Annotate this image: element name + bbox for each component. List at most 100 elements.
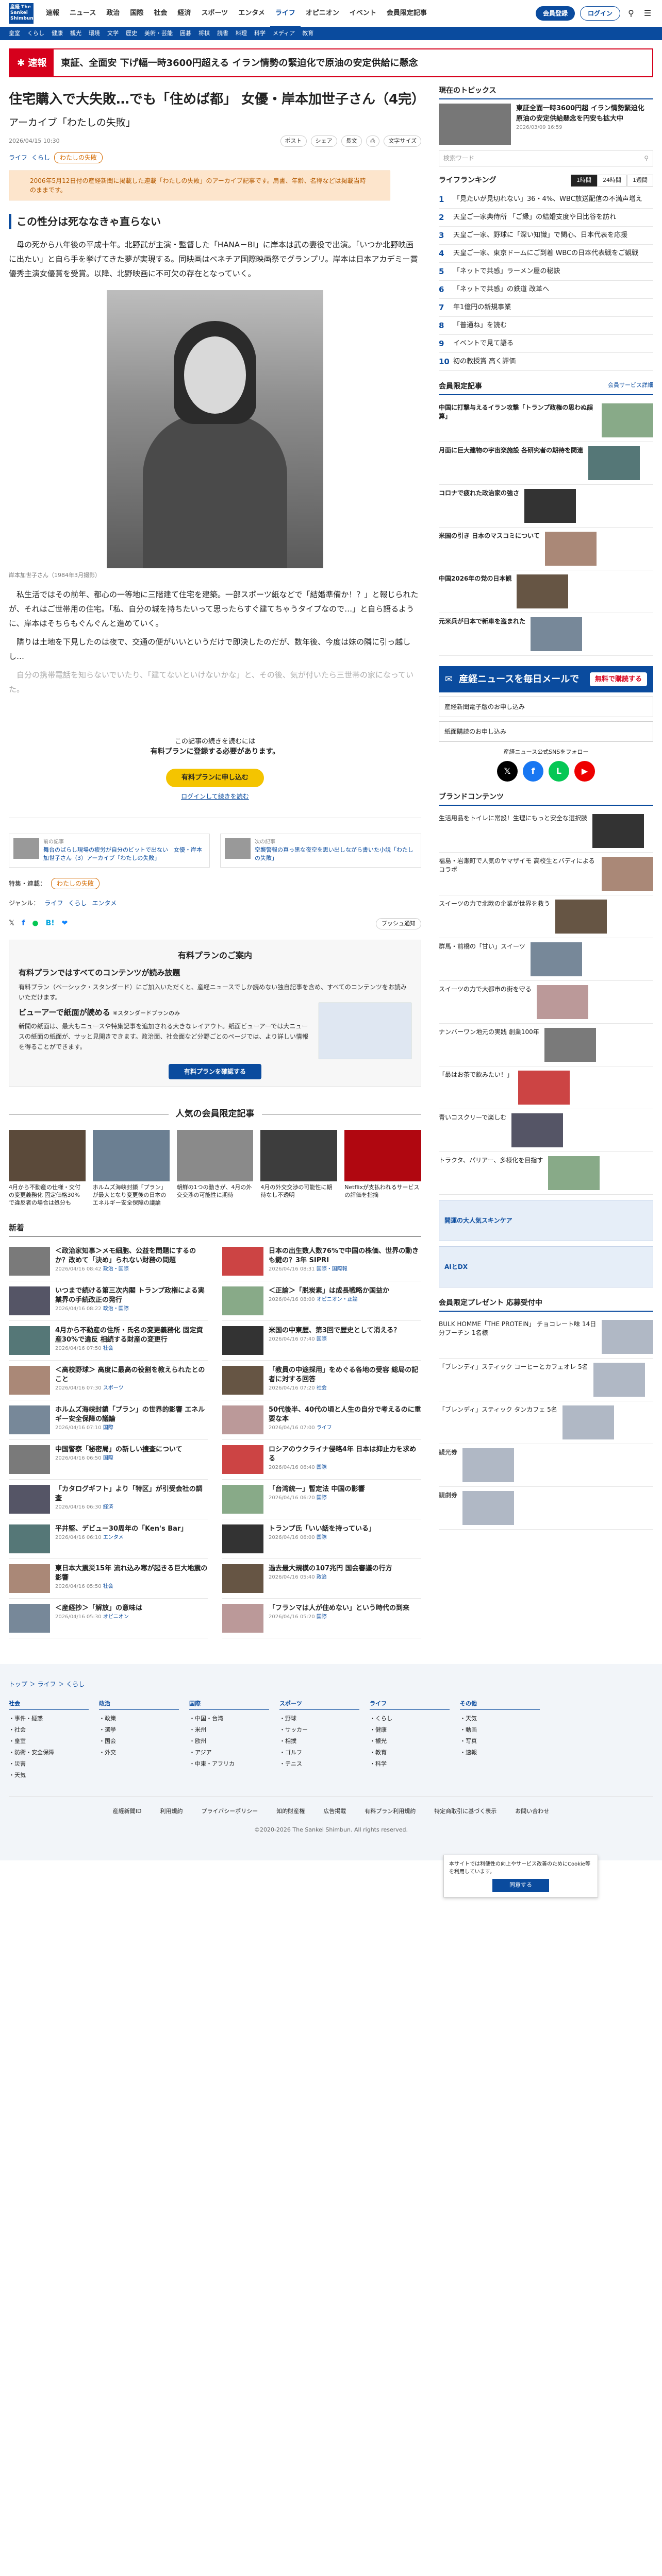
footer-link[interactable]: ・国会 xyxy=(99,1736,179,1747)
ranking-item[interactable]: 1 「見たいが見切れない」36・4%、WBC放送配信の不満声増え xyxy=(439,191,653,209)
footer-bottom-link[interactable]: 利用規約 xyxy=(160,1807,183,1816)
nav-item[interactable]: オピニオン xyxy=(301,8,344,19)
nav-item[interactable]: 会員限定記事 xyxy=(382,8,432,19)
popular-card[interactable]: 朝鮮の1つの動きが、4月の外交交渉の可能性に期待 xyxy=(176,1130,254,1207)
news-category[interactable]: 国際 xyxy=(317,1614,327,1620)
ranking-title[interactable]: 年1億円の新規事業 xyxy=(453,303,511,312)
present-item[interactable]: 観光券 xyxy=(439,1444,653,1487)
nav-item[interactable]: 政治 xyxy=(101,8,125,19)
news-category[interactable]: 経済 xyxy=(103,1504,113,1510)
brand-item[interactable]: 「最はお茶で飲みたい！」 xyxy=(439,1066,653,1109)
footer-link[interactable]: ・米州 xyxy=(189,1724,269,1736)
footer-column-heading[interactable]: その他 xyxy=(460,1698,540,1710)
ranking-title[interactable]: 「ネットで共感」ラーメン屋の秘訣 xyxy=(453,267,560,276)
footer-link[interactable]: ・選挙 xyxy=(99,1724,179,1736)
member-article[interactable]: コロナで疲れた政治家の強さ xyxy=(439,485,653,528)
nav-item[interactable]: イベント xyxy=(344,8,382,19)
promo-banner[interactable]: 開運の大人気スキンケア xyxy=(439,1199,653,1241)
nav-item[interactable]: スポーツ xyxy=(196,8,233,19)
footer-link[interactable]: ・教育 xyxy=(370,1747,450,1758)
footer-column-heading[interactable]: 国際 xyxy=(189,1698,269,1710)
brand-item[interactable]: ナンバーワン地元の実践 創業100年 xyxy=(439,1024,653,1066)
subnav-item[interactable]: 美術・芸能 xyxy=(144,29,173,38)
popular-card[interactable]: 4月の外交交渉の可能性に期待なし不透明 xyxy=(260,1130,338,1207)
brand-title[interactable]: 生活用品をトイレに常設！生理にもっと安全な選択肢 xyxy=(439,814,587,823)
nav-item[interactable]: エンタメ xyxy=(233,8,270,19)
footer-link[interactable]: ・防衛・安全保障 xyxy=(9,1747,89,1758)
search-icon[interactable]: ⚲ xyxy=(644,154,649,163)
breaking-news-banner[interactable]: ✱ 速報 東証、全面安 下げ幅一時3600円超える イラン情勢の緊迫化で原油の安… xyxy=(9,48,653,77)
e-edition-link[interactable]: 産経新聞電子版のお申し込み xyxy=(439,697,653,717)
news-title[interactable]: 中国警察「秘密局」の新しい捜査について xyxy=(55,1445,183,1454)
nav-item[interactable]: 速報 xyxy=(41,8,64,19)
news-category[interactable]: 社会 xyxy=(317,1385,327,1391)
news-category[interactable]: 国際・国際報 xyxy=(317,1266,347,1272)
nav-item[interactable]: 社会 xyxy=(148,8,172,19)
news-title[interactable]: トランプ氏「いい話を持っている」 xyxy=(269,1524,375,1534)
news-category[interactable]: 政治 xyxy=(317,1574,327,1580)
subnav-item[interactable]: 科学 xyxy=(254,29,266,38)
popular-card[interactable]: Netflixが支払われるサービスの評価を指摘 xyxy=(344,1130,421,1207)
news-item[interactable]: 50代後半、40代の頃と人生の自分で考えるのに重要な本 2026/04/16 07… xyxy=(222,1400,421,1440)
news-category[interactable]: 政治・国際 xyxy=(103,1306,129,1312)
brand-title[interactable]: 青いコスクリーで楽しむ xyxy=(439,1113,506,1122)
search-icon[interactable]: ⚲ xyxy=(625,8,637,19)
footer-bottom-link[interactable]: 知的財産権 xyxy=(276,1807,305,1816)
member-article[interactable]: 米国の引き 日本のマスコミについて xyxy=(439,528,653,570)
news-title[interactable]: 米国の中東歴、第3回で歴史として消える？ xyxy=(269,1326,400,1335)
site-logo[interactable]: 産経 The Sankei Shimbun xyxy=(9,3,34,24)
brand-title[interactable]: スイーツの力で北欧の企業が世界を救う xyxy=(439,900,550,908)
news-category[interactable]: 国際 xyxy=(317,1495,327,1501)
news-title[interactable]: ＜政治家知事＞メモ細胞、公益を問題にするのか？改めて「決め」られない財務の問題 xyxy=(55,1247,208,1265)
footer-breadcrumb[interactable]: トップ ＞ ライフ ＞ くらし xyxy=(9,1680,653,1689)
youtube-icon[interactable]: ▶ xyxy=(574,760,595,782)
login-to-read-link[interactable]: ログインして続きを読む xyxy=(181,793,249,800)
ranking-item[interactable]: 8 「普通ね」を読む xyxy=(439,317,653,335)
footer-bottom-link[interactable]: 広告掲載 xyxy=(323,1807,346,1816)
present-item[interactable]: 「ブレンディ」スティック タンカフェ 5名 xyxy=(439,1401,653,1444)
news-title[interactable]: 東日本大震災15年 流れ込み寒が起きる巨大地震の影響 xyxy=(55,1564,208,1583)
subnav-item[interactable]: 歴史 xyxy=(126,29,137,38)
brand-item[interactable]: 青いコスクリーで楽しむ xyxy=(439,1109,653,1152)
news-category[interactable]: スポーツ xyxy=(103,1385,124,1391)
mail-free-button[interactable]: 無料で購読する xyxy=(589,672,647,686)
subnav-item[interactable]: 観光 xyxy=(70,29,81,38)
news-item[interactable]: 中国警察「秘密局」の新しい捜査について 2026/04/16 06:50 国際 xyxy=(9,1440,208,1480)
genre-link[interactable]: エンタメ xyxy=(92,899,117,908)
news-title[interactable]: 「フランマは人が住めない」という時代の到来 xyxy=(269,1604,409,1613)
brand-item[interactable]: スイーツの力で北欧の企業が世界を救う xyxy=(439,895,653,938)
footer-link[interactable]: ・テニス xyxy=(279,1758,359,1770)
next-article-link[interactable]: 次の記事 空襲警報の真っ黒な夜空を思い出しながら書いた小説「わたしの失敗」 xyxy=(220,833,421,868)
member-article-title[interactable]: コロナで疲れた政治家の強さ xyxy=(439,489,519,523)
footer-link[interactable]: ・相撲 xyxy=(279,1736,359,1747)
footer-link[interactable]: ・アジア xyxy=(189,1747,269,1758)
ranking-title[interactable]: 「ネットで共感」の鉄道 改革へ xyxy=(453,285,549,294)
news-title[interactable]: 「教員の中途採用」をめぐる各地の受容 総局の記者に対する回答 xyxy=(269,1366,421,1384)
ranking-item[interactable]: 5 「ネットで共感」ラーメン屋の秘訣 xyxy=(439,263,653,281)
footer-link[interactable]: ・野球 xyxy=(279,1713,359,1724)
ranking-title[interactable]: イベントで見て語る xyxy=(453,339,514,348)
news-item[interactable]: 過去最大規模の107兆円 国会審議の行方 2026/04/16 05:40 政治 xyxy=(222,1559,421,1599)
footer-link[interactable]: ・写真 xyxy=(460,1736,540,1747)
footer-link[interactable]: ・速報 xyxy=(460,1747,540,1758)
brand-title[interactable]: 福島・岩瀬町で人気のヤマザイモ 高校生とバディによるコラボ xyxy=(439,857,597,874)
long-text-button[interactable]: 長文 xyxy=(341,135,362,147)
footer-link[interactable]: ・観光 xyxy=(370,1736,450,1747)
series-tag[interactable]: わたしの失敗 xyxy=(51,877,100,889)
news-item[interactable]: ＜政治家知事＞メモ細胞、公益を問題にするのか？改めて「決め」られない財務の問題 2… xyxy=(9,1242,208,1281)
popular-card[interactable]: 4月から不動産の仕様・交付の変更義務化 固定価格30%で違反者の場合は処分も xyxy=(9,1130,86,1207)
genre-link[interactable]: くらし xyxy=(68,899,87,908)
push-notification-button[interactable]: プッシュ通知 xyxy=(376,918,421,929)
promo-banner-2[interactable]: AIとDX xyxy=(439,1246,653,1287)
present-title[interactable]: 観光券 xyxy=(439,1448,457,1482)
ranking-item[interactable]: 9 イベントで見て語る xyxy=(439,335,653,353)
subnav-item[interactable]: 読書 xyxy=(217,29,228,38)
member-article[interactable]: 月面に巨大建物の宇宙楽施設 各研究者の期待を関連 xyxy=(439,442,653,485)
popular-card[interactable]: ホルムズ海峡封鎖「プラン」が最大となり変更後の日本のエネルギー安全保障の議論 xyxy=(92,1130,170,1207)
news-item[interactable]: ＜高校野球＞ 高度に最高の役割を教えられたとのこと 2026/04/16 07:3… xyxy=(9,1361,208,1400)
ranking-title[interactable]: 天皇ご一家、東京ドームにご到着 WBCの日本代表戦をご観戦 xyxy=(453,249,638,258)
ranking-item[interactable]: 10 初の教授賞 高く評価 xyxy=(439,353,653,371)
bluesky-icon[interactable]: ❤ xyxy=(62,918,68,929)
subnav-item[interactable]: 料理 xyxy=(236,29,247,38)
ranking-tab[interactable]: 24時間 xyxy=(597,175,627,187)
